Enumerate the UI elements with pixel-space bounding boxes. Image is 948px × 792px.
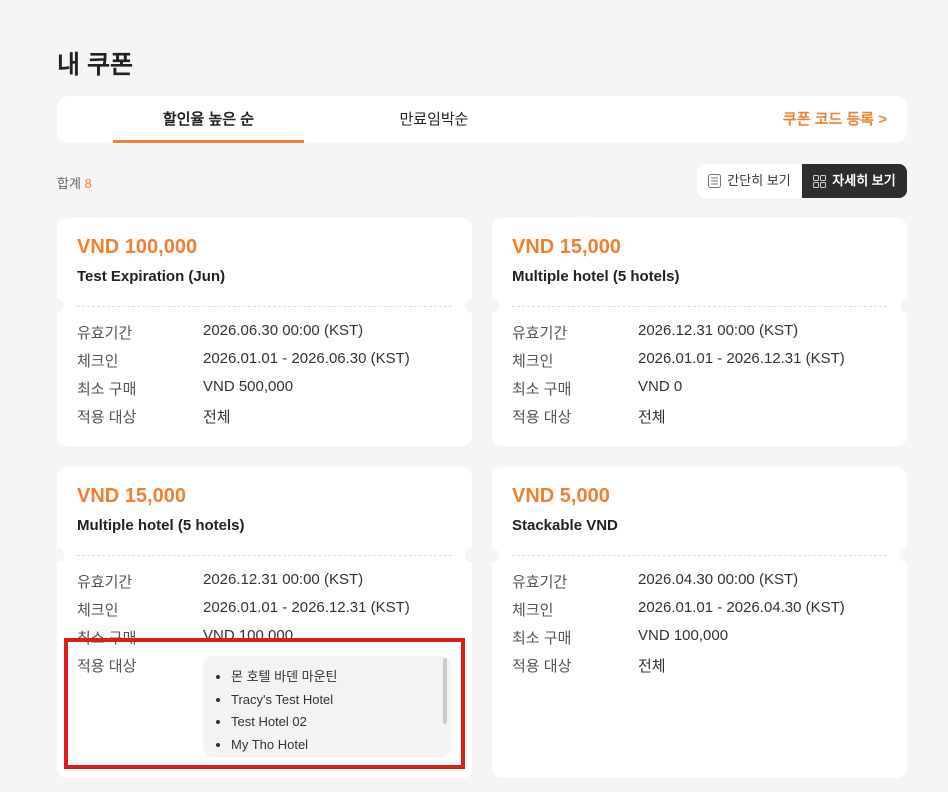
page-title: 내 쿠폰 bbox=[57, 51, 133, 79]
total-count: 합계 8 bbox=[57, 173, 92, 192]
validity-label: 유효기간 bbox=[512, 574, 568, 591]
tab-discount-rate[interactable]: 할인율 높은 순 bbox=[113, 96, 304, 143]
target-label: 적용 대상 bbox=[77, 409, 137, 426]
divider bbox=[77, 555, 452, 556]
coupon-name: Stackable VND bbox=[512, 517, 618, 534]
divider bbox=[512, 306, 887, 307]
coupon-card[interactable]: VND 100,000 Test Expiration (Jun) 유효기간 20… bbox=[50, 218, 479, 446]
checkin-value: 2026.01.01 - 2026.12.31 (KST) bbox=[203, 599, 410, 616]
validity-value: 2026.04.30 00:00 (KST) bbox=[638, 571, 799, 588]
min_purchase-value: VND 0 bbox=[638, 378, 683, 395]
target-label: 적용 대상 bbox=[512, 658, 572, 675]
validity-value: 2026.06.30 00:00 (KST) bbox=[203, 322, 364, 339]
coupon-name: Multiple hotel (5 hotels) bbox=[512, 268, 680, 285]
checkin-value: 2026.01.01 - 2026.06.30 (KST) bbox=[203, 350, 410, 367]
ticket-notch bbox=[465, 299, 479, 313]
detail-view-button[interactable]: 자세히 보기 bbox=[802, 164, 907, 198]
detail-view-label: 자세히 보기 bbox=[832, 173, 896, 188]
validity-label: 유효기간 bbox=[77, 325, 133, 342]
ticket-notch bbox=[50, 548, 64, 562]
ticket-notch bbox=[485, 548, 499, 562]
min_purchase-label: 최소 구매 bbox=[77, 381, 137, 398]
checkin-label: 체크인 bbox=[77, 602, 119, 619]
validity-value: 2026.12.31 00:00 (KST) bbox=[638, 322, 799, 339]
coupon-card[interactable]: VND 15,000 Multiple hotel (5 hotels) 유효기… bbox=[485, 218, 914, 446]
validity-value: 2026.12.31 00:00 (KST) bbox=[203, 571, 364, 588]
target-value: 전체 bbox=[638, 658, 666, 675]
ticket-notch bbox=[485, 299, 499, 313]
simple-view-button[interactable]: 간단히 보기 bbox=[697, 164, 802, 198]
coupon-amount: VND 100,000 bbox=[77, 236, 198, 258]
view-toggle: 간단히 보기 자세히 보기 bbox=[697, 164, 907, 198]
checkin-label: 체크인 bbox=[512, 602, 554, 619]
coupon-name: Multiple hotel (5 hotels) bbox=[77, 517, 245, 534]
ticket-notch bbox=[900, 548, 914, 562]
checkin-label: 체크인 bbox=[512, 353, 554, 370]
coupon-name: Test Expiration (Jun) bbox=[77, 268, 226, 285]
coupon-amount: VND 15,000 bbox=[77, 485, 186, 507]
checkin-value: 2026.01.01 - 2026.12.31 (KST) bbox=[638, 350, 845, 367]
min_purchase-value: VND 100,000 bbox=[638, 627, 729, 644]
min_purchase-label: 최소 구매 bbox=[512, 630, 572, 647]
ticket-notch bbox=[465, 548, 479, 562]
ticket-notch bbox=[50, 299, 64, 313]
total-label: 합계 bbox=[57, 176, 81, 191]
register-coupon-code-link[interactable]: 쿠폰 코드 등록 > bbox=[783, 96, 887, 143]
min_purchase-value: VND 500,000 bbox=[203, 378, 294, 395]
coupon-amount: VND 5,000 bbox=[512, 485, 610, 507]
grid-icon bbox=[813, 174, 827, 188]
min_purchase-label: 최소 구매 bbox=[512, 381, 572, 398]
target-value: 전체 bbox=[638, 409, 666, 426]
sort-tabs: 할인율 높은 순 만료임박순 쿠폰 코드 등록 > bbox=[57, 96, 907, 143]
divider bbox=[77, 306, 452, 307]
coupon-amount: VND 15,000 bbox=[512, 236, 621, 258]
list-icon bbox=[708, 174, 722, 188]
validity-label: 유효기간 bbox=[512, 325, 568, 342]
total-value: 8 bbox=[84, 176, 92, 191]
checkin-value: 2026.01.01 - 2026.04.30 (KST) bbox=[638, 599, 845, 616]
target-label: 적용 대상 bbox=[512, 409, 572, 426]
simple-view-label: 간단히 보기 bbox=[727, 173, 791, 188]
ticket-notch bbox=[900, 299, 914, 313]
divider bbox=[512, 555, 887, 556]
checkin-label: 체크인 bbox=[77, 353, 119, 370]
target-value: 전체 bbox=[203, 409, 231, 426]
tab-expiring-soon[interactable]: 만료임박순 bbox=[339, 96, 529, 143]
coupon-card[interactable]: VND 5,000 Stackable VND 유효기간 2026.04.30 0… bbox=[485, 467, 914, 778]
highlight-annotation-box bbox=[64, 638, 465, 769]
validity-label: 유효기간 bbox=[77, 574, 133, 591]
